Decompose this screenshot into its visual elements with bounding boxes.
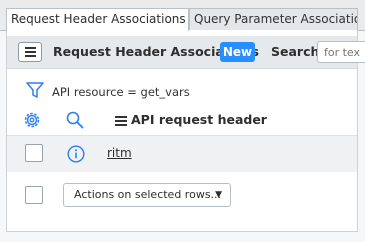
column-menu-icon-bar (115, 124, 127, 126)
chevron-down-icon: ▼ (215, 190, 222, 200)
list-menu-button[interactable] (18, 42, 42, 62)
actions-dropdown-label: Actions on selected rows... (74, 188, 222, 201)
related-list-panel: Request Header Associations New Search A… (6, 30, 365, 232)
column-menu-icon[interactable] (115, 114, 131, 128)
record-link[interactable]: ritm (107, 146, 132, 160)
row-checkbox[interactable] (25, 144, 43, 162)
new-button[interactable]: New (220, 42, 255, 62)
list-header-bar: Request Header Associations New Search (7, 36, 365, 69)
column-menu-icon-bar (115, 116, 127, 118)
select-all-checkbox[interactable] (25, 186, 43, 204)
hamburger-icon-bar (25, 51, 36, 53)
column-menu-icon-bar (115, 120, 127, 122)
table-row: ritm (7, 135, 357, 172)
search-label: Search (271, 44, 320, 59)
actions-dropdown[interactable]: Actions on selected rows... ▼ (63, 183, 231, 207)
gear-icon[interactable] (22, 110, 42, 130)
search-icon[interactable] (65, 110, 85, 130)
hamburger-icon-bar (25, 55, 36, 57)
tab-query-parameter-associations[interactable]: Query Parameter Associations (189, 8, 358, 30)
column-header-api-request-header[interactable]: API request header (131, 112, 267, 127)
search-input[interactable] (317, 41, 365, 63)
info-icon[interactable] (67, 145, 85, 163)
hamburger-icon (25, 47, 36, 49)
tab-request-header-associations[interactable]: Request Header Associations (1) (6, 8, 189, 31)
funnel-icon[interactable] (26, 81, 44, 99)
related-list-tabs: Request Header Associations (1) Query Pa… (0, 0, 365, 31)
filter-condition: API resource = get_vars (52, 85, 190, 99)
